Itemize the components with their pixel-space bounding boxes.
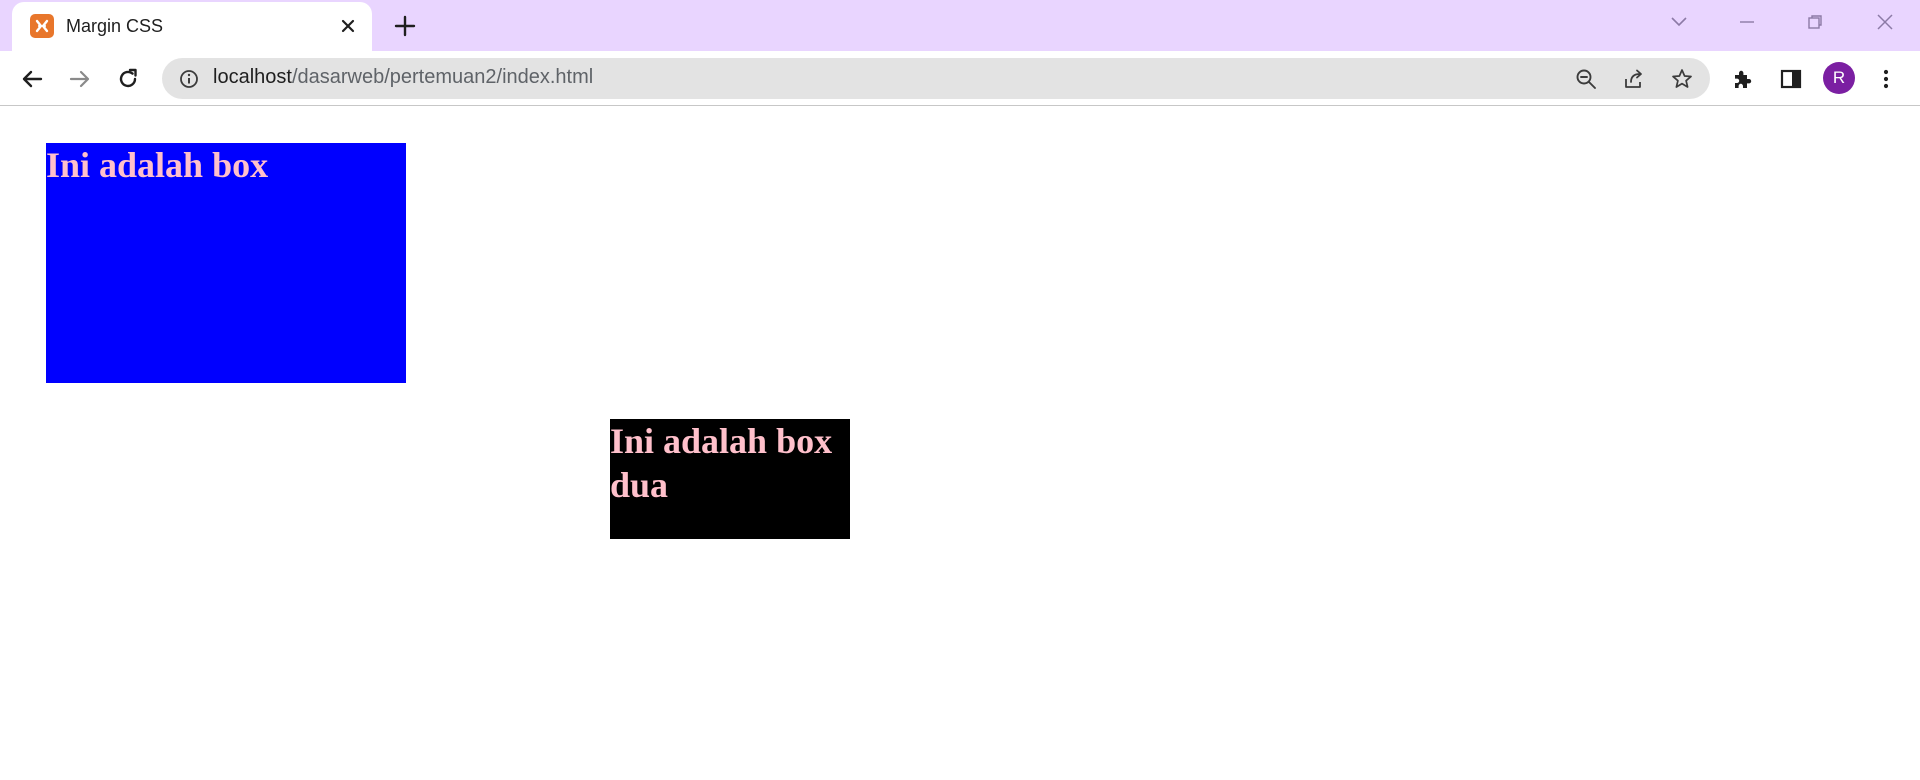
- url-text[interactable]: localhost/dasarweb/pertemuan2/index.html: [213, 66, 593, 89]
- side-panel-icon[interactable]: [1776, 64, 1806, 94]
- restore-icon[interactable]: [1795, 6, 1835, 38]
- zoom-out-icon[interactable]: [1573, 66, 1599, 92]
- url-path: /dasarweb/pertemuan2/index.html: [291, 66, 594, 88]
- xampp-icon: [30, 14, 54, 38]
- extensions-icon[interactable]: [1728, 64, 1758, 94]
- close-icon[interactable]: [336, 14, 360, 38]
- star-icon[interactable]: [1669, 66, 1695, 92]
- back-arrow-icon[interactable]: [15, 62, 49, 96]
- url-host: localhost: [213, 66, 292, 88]
- forward-arrow-icon[interactable]: [63, 62, 97, 96]
- window-close-icon[interactable]: [1865, 6, 1905, 38]
- kebab-menu-icon[interactable]: [1871, 64, 1901, 94]
- box-one-heading: Ini adalah box: [46, 145, 269, 185]
- share-icon[interactable]: [1621, 66, 1647, 92]
- minimize-icon[interactable]: [1727, 6, 1767, 38]
- reload-icon[interactable]: [111, 62, 145, 96]
- box-two: Ini adalah box dua: [610, 419, 850, 539]
- box-two-heading: Ini adalah box dua: [610, 421, 833, 505]
- profile-avatar[interactable]: R: [1823, 62, 1855, 94]
- chevron-down-icon[interactable]: [1659, 6, 1699, 38]
- tab-margin-css[interactable]: Margin CSS: [12, 2, 372, 51]
- box-one: Ini adalah box: [46, 143, 406, 383]
- tab-title: Margin CSS: [66, 16, 164, 36]
- info-icon[interactable]: [178, 68, 200, 90]
- plus-icon[interactable]: [390, 11, 420, 41]
